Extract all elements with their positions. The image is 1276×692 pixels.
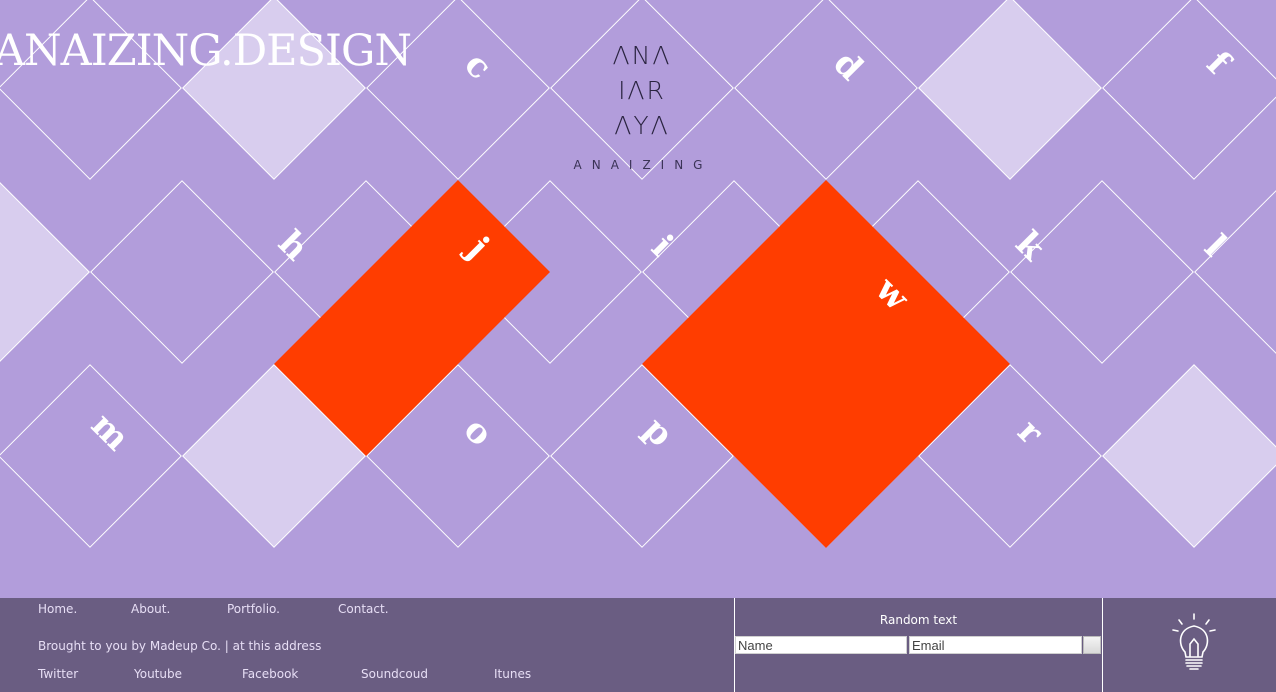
grid-tile bbox=[0, 364, 182, 548]
site-title[interactable]: ANAIZING.DESIGN bbox=[0, 26, 412, 76]
youtube-link[interactable]: Youtube bbox=[134, 667, 182, 681]
newsletter-heading: Random text bbox=[879, 613, 958, 627]
grid-tile bbox=[1194, 180, 1276, 364]
facebook-link[interactable]: Facebook bbox=[242, 667, 298, 681]
logo-line: IΛR bbox=[618, 76, 666, 105]
logo-word: ANAIZING bbox=[573, 158, 713, 172]
grid-tile bbox=[1102, 0, 1276, 180]
grid-tile bbox=[1010, 180, 1194, 364]
logo-line: ΛYΛ bbox=[614, 111, 670, 140]
nav-home-link[interactable]: Home. bbox=[38, 602, 77, 616]
soundcloud-link[interactable]: Soundcoud bbox=[361, 667, 428, 681]
nav-portfolio-link[interactable]: Portfolio. bbox=[227, 602, 280, 616]
lightbulb-icon[interactable] bbox=[1170, 612, 1218, 674]
nav-contact-link[interactable]: Contact. bbox=[338, 602, 389, 616]
submit-button[interactable] bbox=[1083, 636, 1101, 654]
credit-text: Brought to you by Madeup Co. | at this a… bbox=[38, 639, 322, 653]
logo-line: ΛNΛ bbox=[612, 41, 672, 70]
grid-tile bbox=[734, 0, 918, 180]
email-input[interactable] bbox=[909, 636, 1082, 654]
grid-tile bbox=[90, 180, 274, 364]
footer: Home. About. Portfolio. Contact. Brought… bbox=[0, 598, 1276, 692]
logo[interactable]: ΛNΛ IΛR ΛYΛ bbox=[600, 38, 684, 143]
itunes-link[interactable]: Itunes bbox=[494, 667, 531, 681]
nav-about-link[interactable]: About. bbox=[131, 602, 170, 616]
tile-grid: ANAIZING.DESIGN ΛNΛ IΛR ΛYΛ ANAIZING c d… bbox=[0, 0, 1276, 598]
grid-tile bbox=[0, 180, 90, 364]
twitter-link[interactable]: Twitter bbox=[38, 667, 78, 681]
grid-tile bbox=[918, 0, 1102, 180]
name-input[interactable] bbox=[735, 636, 907, 654]
footer-divider bbox=[1102, 598, 1103, 692]
grid-tile bbox=[1102, 364, 1276, 548]
